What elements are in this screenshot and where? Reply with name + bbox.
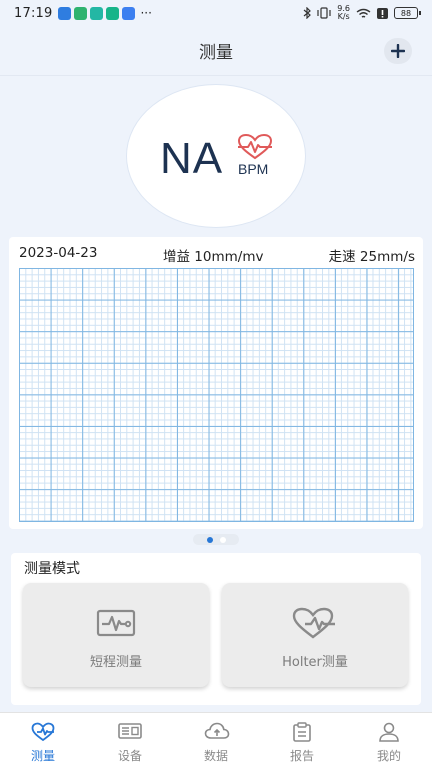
ecg-card: 2023-04-23 增益 10mm/mv 走速 25mm/s [9, 237, 423, 529]
network-speed: 9.6 K/s [337, 4, 350, 21]
clipboard-icon [293, 722, 311, 742]
tab-measure[interactable]: 测量 [13, 713, 73, 768]
add-button[interactable] [384, 38, 412, 64]
device-icon [118, 723, 142, 739]
tab-data-label: 数据 [203, 749, 228, 763]
heart-pulse-icon [292, 607, 335, 639]
ecg-grid [19, 268, 414, 522]
ecg-speed: 走速 25mm/s [328, 249, 415, 265]
tab-device[interactable]: 设备 [100, 713, 160, 768]
tab-device-label: 设备 [117, 749, 142, 763]
short-measure-button[interactable]: 短程测量 [23, 583, 209, 687]
measure-mode-title: 测量模式 [24, 561, 80, 577]
heart-rate-value: NA [160, 134, 224, 183]
chat-notification-icon [74, 6, 88, 20]
status-indicators: 9.6 K/s 88 [303, 4, 421, 21]
heart-rate-unit: BPM [238, 161, 269, 177]
page-dot[interactable] [219, 536, 226, 543]
heart-pulse-icon [237, 134, 273, 160]
tab-measure-label: 测量 [30, 749, 55, 763]
vibrate-icon [317, 7, 331, 19]
measure-mode-card: 测量模式 短程测量 Holter测量 [11, 553, 421, 705]
app-bar: 测量 [0, 26, 432, 76]
ecg-header: 2023-04-23 增益 10mm/mv 走速 25mm/s [19, 245, 415, 265]
cloud-upload-icon [204, 722, 230, 739]
more-notifications-icon: ··· [140, 6, 152, 20]
page-title: 测量 [199, 43, 233, 63]
tab-data[interactable]: 数据 [186, 713, 246, 768]
user-icon [379, 722, 399, 742]
status-time: 17:19 [14, 5, 53, 21]
wifi-icon [356, 8, 371, 18]
tab-report[interactable]: 报告 [272, 713, 332, 768]
app-notification-icon-3 [122, 6, 136, 20]
heart-pulse-icon [31, 722, 55, 742]
holter-measure-label: Holter测量 [282, 655, 348, 670]
notification-icons: ··· [58, 6, 152, 20]
plus-icon [391, 44, 405, 58]
tab-profile[interactable]: 我的 [359, 713, 419, 768]
app-notification-icon [90, 6, 104, 20]
status-bar: 17:19 ··· 9.6 K/s 88 [0, 0, 432, 26]
page-dot-active[interactable] [206, 536, 213, 543]
mail-notification-icon [58, 6, 72, 20]
holter-measure-button[interactable]: Holter测量 [222, 583, 408, 687]
ecg-date: 2023-04-23 [19, 245, 98, 261]
page-indicator [193, 534, 239, 545]
battery-indicator: 88 [394, 7, 421, 19]
bluetooth-icon [303, 7, 312, 19]
app-notification-icon-2 [106, 6, 120, 20]
tab-profile-label: 我的 [376, 749, 401, 763]
bottom-tab-bar: 测量 设备 数据 报告 我的 [0, 712, 432, 768]
short-measure-label: 短程测量 [89, 655, 142, 670]
ecg-gain: 增益 10mm/mv [163, 249, 264, 265]
ecg-monitor-icon [96, 609, 136, 637]
tab-report-label: 报告 [289, 749, 314, 763]
alert-icon [377, 7, 388, 19]
